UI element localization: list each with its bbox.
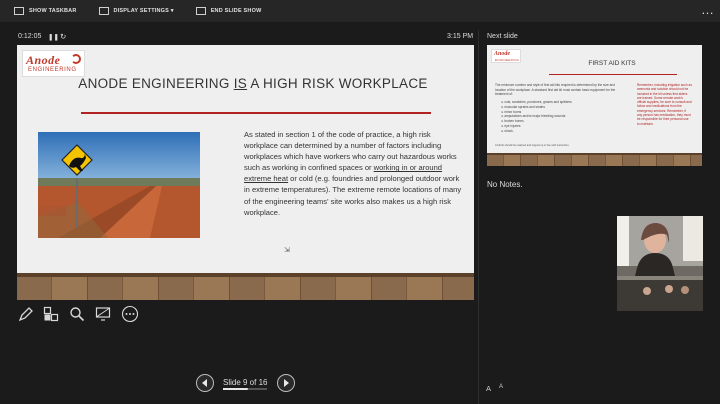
more-options-icon[interactable]	[121, 305, 139, 323]
close-icon[interactable]: …	[701, 2, 714, 17]
title-emphasis: IS	[233, 76, 248, 91]
pause-timer-icon[interactable]: ❚❚	[48, 33, 59, 41]
slide-title-text: ANODE ENGINEERING IS A HIGH RISK WORKPLA…	[78, 76, 428, 91]
clock: 3:15 PM	[447, 33, 474, 40]
show-taskbar-label: SHOW TASKBAR	[29, 8, 77, 14]
next-slide-divider	[549, 74, 677, 75]
next-logo-subtext: ENGINEERING	[495, 58, 520, 62]
end-slide-show-label: END SLIDE SHOW	[210, 8, 262, 14]
outback-road-photo	[38, 132, 200, 238]
next-slide-footnote: A full kit should be retained and topped…	[495, 144, 570, 147]
slide-body-text: As stated in section 1 of the code of pr…	[244, 129, 464, 218]
taskbar-icon	[14, 7, 24, 15]
speaker-notes: No Notes.	[487, 180, 523, 189]
next-logo-wordmark: Anode	[494, 51, 511, 57]
wooden-floor-decoration	[17, 273, 474, 300]
zoom-icon[interactable]	[68, 305, 86, 323]
title-divider	[81, 112, 431, 114]
outback-road-image	[38, 132, 200, 238]
logo-swoosh-icon	[71, 54, 81, 64]
next-slide-list: cuts, scratches, punctures, grazes and s…	[501, 100, 572, 134]
logo-wordmark: Anode	[26, 53, 61, 67]
webcam-feed-image	[617, 216, 703, 311]
see-all-slides-icon[interactable]	[42, 305, 60, 323]
slide-counter[interactable]: Slide 9 of 16	[223, 378, 267, 387]
show-taskbar-button[interactable]: SHOW TASKBAR	[14, 7, 77, 15]
logo-subtext: ENGINEERING	[28, 67, 77, 73]
webcam-overlay	[617, 216, 703, 311]
next-slide-logo: Anode ENGINEERING	[491, 49, 521, 63]
mouse-cursor-icon: ⇲	[284, 247, 290, 254]
chevron-left-icon	[202, 379, 207, 387]
increase-font-button[interactable]: A	[486, 384, 491, 393]
slide-title: ANODE ENGINEERING IS A HIGH RISK WORKPLA…	[75, 76, 431, 91]
next-slide-floor-decoration	[487, 153, 702, 166]
black-screen-icon[interactable]	[94, 305, 112, 323]
next-slide-title: FIRST AID KITS	[588, 60, 636, 67]
presenter-toolbar: SHOW TASKBAR DISPLAY SETTINGS ▾ END SLID…	[0, 0, 720, 22]
notes-font-controls: A A	[486, 384, 503, 393]
end-show-icon	[195, 7, 206, 15]
display-settings-label: DISPLAY SETTINGS ▾	[113, 8, 174, 14]
next-slide-preview[interactable]: Anode ENGINEERING FIRST AID KITS The min…	[487, 45, 702, 166]
monitor-icon	[98, 7, 109, 15]
previous-slide-button[interactable]	[196, 374, 214, 392]
next-slide-heading: Next slide	[487, 33, 518, 40]
company-logo: Anode ENGINEERING	[22, 50, 85, 77]
chevron-right-icon	[284, 379, 289, 387]
next-slide-list-item: shock.	[501, 129, 572, 134]
restart-timer-icon[interactable]: ↻	[60, 32, 66, 41]
elapsed-timer: 0:12:05	[18, 33, 42, 40]
panel-splitter[interactable]	[478, 30, 479, 404]
end-slide-show-button[interactable]: END SLIDE SHOW	[195, 7, 262, 15]
display-settings-button[interactable]: DISPLAY SETTINGS ▾	[98, 7, 174, 15]
decrease-font-button[interactable]: A	[499, 384, 503, 393]
slide-progress-bar	[223, 388, 267, 390]
next-slide-side-note: Remember, including irrigation such as a…	[637, 83, 692, 126]
next-slide-button[interactable]	[277, 374, 295, 392]
current-slide[interactable]: Anode ENGINEERING ANODE ENGINEERING IS A…	[17, 45, 474, 300]
next-slide-intro: The minimum number and style of first ai…	[495, 83, 616, 96]
pen-tool-icon[interactable]	[17, 305, 35, 323]
